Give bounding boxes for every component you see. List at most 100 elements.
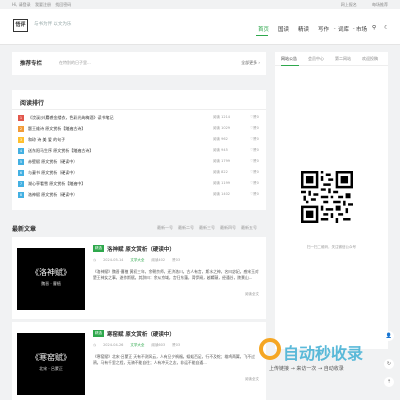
ranking-item[interactable]: 6 与妻书 原文赏析（硬读中） 阅读 822 ♡赞0	[18, 170, 262, 178]
watermark-logo-icon	[259, 338, 281, 360]
tab-announcement[interactable]: 网站公告	[281, 56, 297, 62]
tab-active-underline	[281, 65, 299, 66]
ranking-item-title[interactable]: 湖心亭看雪 原文赏析【踏遍中】	[28, 181, 85, 187]
rank-number: 4	[18, 148, 24, 154]
category-tab-3[interactable]: 最新三号	[199, 225, 215, 231]
ranking-item-views: 阅读 962	[213, 137, 228, 141]
nav-jingdu[interactable]: 精读	[298, 25, 309, 33]
thumbnail-author: 魏晋 · 曹植	[41, 281, 61, 286]
ranking-item[interactable]: 3 和琼 诗 美 爱 的句子 阅读 962 ♡赞0	[18, 137, 262, 145]
nav-market[interactable]: 市场	[356, 25, 367, 33]
nav-active-underline	[256, 35, 268, 36]
ranking-item-title[interactable]: 赤壁赋 原文赏析（硬读中）	[28, 159, 77, 165]
watermark-title: 自动秒收录	[283, 344, 364, 363]
back-to-top-icon[interactable]: ⇡	[384, 377, 394, 387]
article-title[interactable]: 寒窑赋 原文赏析（硬读中）	[107, 330, 175, 338]
ranking-item-title[interactable]: 题王维诗 原文赏析【踏遍古诗】	[28, 126, 85, 132]
article-tag[interactable]: 精选	[93, 330, 104, 337]
ranking-item-title[interactable]: 送东阳马生序 原文赏析【踏遍古诗】	[28, 148, 93, 154]
article-card[interactable]: 《寒窑赋》北宋 · 吕蒙正 精选 寒窑赋 原文赏析（硬读中） ◷ 2024-04-26 文…	[17, 325, 262, 400]
rank-number: 1	[18, 115, 24, 121]
article-author[interactable]: 文学大全	[130, 343, 144, 347]
recommended-column: 推荐专栏 在特别的日子里... 全部更多 ›	[12, 52, 266, 75]
ranking-item[interactable]: 4 送东阳马生序 原文赏析【踏遍古诗】 阅读 945 ♡赞0	[18, 148, 262, 156]
rank-number: 8	[18, 192, 24, 198]
chevron-down-icon: ⌄	[333, 25, 337, 30]
nav-home[interactable]: 首页	[258, 25, 269, 33]
ranking-item-title[interactable]: 《浣溪沙(麝裘金缕衣，色彩光绚梅酒》读书笔记	[28, 115, 114, 121]
tab-submit[interactable]: 欢迎投稿	[362, 56, 378, 62]
article-likes: 赞03	[172, 343, 181, 347]
ranking-item[interactable]: 5 赤壁赋 原文赏析（硬读中） 阅读 1799 ♡赞0	[18, 159, 262, 167]
user-icon[interactable]: 👤	[384, 331, 394, 341]
ranking-item[interactable]: 2 题王维诗 原文赏析【踏遍古诗】 阅读 1029 ♡赞0	[18, 126, 262, 134]
watermark: 自动秒收录 上传链接 → 来访一次 → 自动收录	[247, 336, 387, 380]
category-tab-4[interactable]: 最新四号	[220, 225, 236, 231]
likes-count: 赞0	[253, 159, 259, 163]
article-card[interactable]: 《洛神赋》 魏晋 · 曹植 精选 洛神赋 原文赏析（硬读中） ◷ 2024-05-14 文学…	[17, 240, 262, 320]
divider	[12, 109, 266, 110]
top-right-link-2[interactable]: 每场推荐	[372, 2, 388, 7]
site-slogan: 与书为伴 以文为乐	[34, 22, 72, 27]
rank-number: 2	[18, 126, 24, 132]
rank-number: 7	[18, 181, 24, 187]
ranking-item-title[interactable]: 洛神赋 原文赏析（硬读中）	[28, 192, 77, 198]
article-author[interactable]: 文学大全	[130, 258, 144, 262]
article-thumbnail[interactable]: 《寒窑赋》北宋 · 吕蒙正	[17, 333, 85, 395]
tab-second-site[interactable]: 第二网站	[335, 56, 351, 62]
search-icon[interactable]: ⚲	[372, 25, 376, 31]
clock-icon: ◷	[93, 343, 97, 347]
article-excerpt: 《寒窑赋》北宋·吕蒙正 天有不测风云，人有旦夕祸福。蜈蚣百足，行不及蛇；雄鸡两翼…	[93, 354, 255, 365]
ranking-item-views: 阅读 822	[213, 170, 228, 174]
watermark-subtitle: 上传链接 → 来访一次 → 自动收录	[269, 366, 344, 372]
article-tag[interactable]: 精选	[93, 245, 104, 252]
more-link[interactable]: 全部更多 ›	[241, 60, 260, 66]
rank-number: 6	[18, 170, 24, 176]
likes-count: 赞0	[253, 148, 259, 152]
article-title[interactable]: 洛神赋 原文赏析（硬读中）	[107, 245, 175, 253]
thumbnail-author: 北宋 · 吕蒙正	[39, 366, 63, 371]
refresh-icon[interactable]: ↻	[384, 359, 394, 369]
ranking-item-likes: ♡赞0	[250, 192, 259, 197]
article-date: 2024-04-26	[103, 343, 124, 347]
recommended-marquee[interactable]: 在特别的日子里...	[59, 60, 91, 66]
article-likes: 赞03	[172, 258, 181, 262]
nav-guodu[interactable]: 国读	[278, 25, 289, 33]
category-tab-2[interactable]: 最新二号	[178, 225, 194, 231]
login-link[interactable]: Hi, 请登录	[12, 2, 31, 7]
thumbnail-title: 《寒窑赋》	[31, 353, 71, 362]
ranking-item[interactable]: 7 湖心亭看雪 原文赏析【踏遍中】 阅读 1199 ♡赞0	[18, 181, 262, 189]
dark-mode-icon[interactable]: ☾	[384, 25, 389, 31]
ranking-item[interactable]: 1 《浣溪沙(麝裘金缕衣，色彩光绚梅酒》读书笔记 阅读 1214 ♡赞0	[18, 115, 262, 123]
article-thumbnail[interactable]: 《洛神赋》 魏晋 · 曹植	[17, 248, 85, 310]
site-logo[interactable]: 悟评	[13, 19, 28, 32]
read-more-link[interactable]: 阅读全文	[245, 292, 259, 297]
nav-writing[interactable]: 写作	[318, 25, 329, 33]
article-date: 2024-05-14	[103, 258, 124, 262]
ranking-item-title[interactable]: 与妻书 原文赏析（硬读中）	[28, 170, 77, 176]
category-tab-5[interactable]: 最新五号	[241, 225, 257, 231]
tab-member-center[interactable]: 会员中心	[308, 56, 324, 62]
sidebar-tabs: 网站公告 会员中心 第二网站 欢迎投稿	[275, 52, 388, 66]
article-views: 阅读603	[151, 343, 166, 347]
ranking-item-title[interactable]: 和琼 诗 美 爱 的句子	[28, 137, 65, 143]
top-bar: Hi, 请登录 我要注册 找回密码 网上报名 每场推荐	[0, 0, 400, 9]
top-right-link-1[interactable]: 网上报名	[341, 2, 357, 7]
ranking-item-views: 阅读 1214	[213, 115, 231, 119]
register-link[interactable]: 我要注册	[35, 2, 51, 7]
likes-count: 赞0	[253, 137, 259, 141]
ranking-item[interactable]: 8 洛神赋 原文赏析（硬读中） 阅读 1402 ♡赞0	[18, 192, 262, 200]
recommended-title: 推荐专栏	[20, 61, 43, 67]
site-header: 悟评 与书为伴 以文为乐 首页 国读 精读 写作 ⌄ 词库 ⌄ 市场 ⚲ ☾	[0, 9, 400, 45]
ranking-item-likes: ♡赞0	[250, 159, 259, 164]
forgot-password-link[interactable]: 找回密码	[55, 2, 71, 7]
article-excerpt: 《洛神赋》魏晋·曹植 黄初三年，余朝京师，还济洛川。古人有言，斯水之神，名曰宓妃…	[93, 269, 259, 280]
category-tab-1[interactable]: 最新一号	[157, 225, 173, 231]
ranking-item-likes: ♡赞0	[250, 170, 259, 175]
nav-ciku[interactable]: 词库	[338, 25, 349, 33]
ranking-item-likes: ♡赞0	[250, 126, 259, 131]
ranking-item-views: 阅读 945	[213, 148, 228, 152]
article-meta: ◷ 2024-05-14 文学大全 阅读402 赞03	[93, 258, 187, 263]
latest-articles: 最新文章 最新一号 最新二号 最新三号 最新四号 最新五号 《洛神赋》 魏晋 · …	[12, 218, 266, 400]
likes-count: 赞0	[253, 115, 259, 119]
